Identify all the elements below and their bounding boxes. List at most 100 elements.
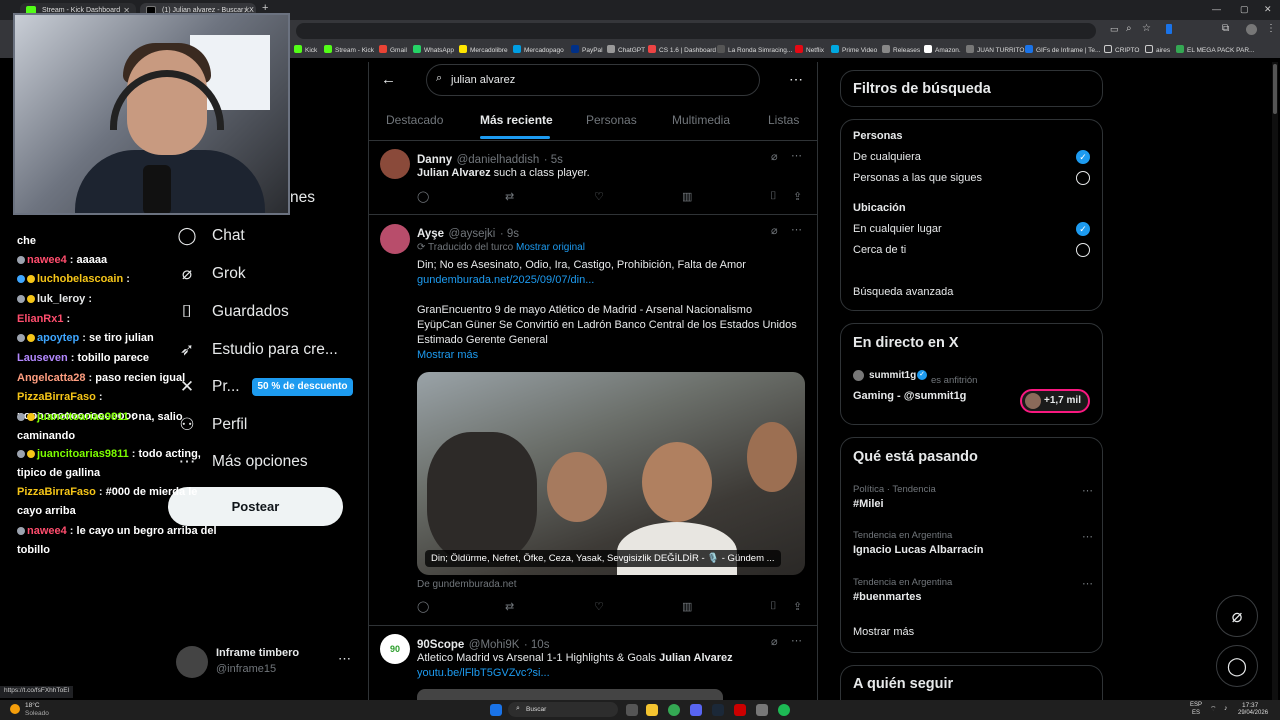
- file-explorer-icon[interactable]: [646, 704, 658, 716]
- share-icon[interactable]: ⇪: [793, 190, 802, 203]
- zoom-icon[interactable]: ⌕: [1126, 23, 1132, 34]
- filter-anyone-label[interactable]: De cualquiera: [853, 151, 921, 163]
- bookmark[interactable]: Stream - Kick: [324, 45, 374, 54]
- trend-item[interactable]: Tendencia en Argentina #buenmartes ⋯: [853, 577, 1093, 603]
- filter-following-radio[interactable]: [1076, 171, 1090, 185]
- tab-latest[interactable]: Más reciente: [480, 113, 553, 127]
- bookmark[interactable]: Releases: [882, 45, 920, 54]
- bookmark[interactable]: Kick: [294, 45, 317, 54]
- bookmark[interactable]: EL MEGA PACK PAR...: [1176, 45, 1254, 54]
- task-view-icon[interactable]: [626, 704, 638, 716]
- wifi-icon[interactable]: ⌔: [1210, 705, 1217, 714]
- weather-temp[interactable]: 18°C: [25, 702, 40, 709]
- more-icon[interactable]: ⋯: [791, 149, 802, 162]
- grok-fab-button[interactable]: ⌀: [1216, 595, 1258, 637]
- tweet-link[interactable]: youtu.be/lFlbT5GVZvc?si...: [417, 666, 797, 681]
- volume-icon[interactable]: ♪: [1224, 705, 1228, 712]
- discord-icon[interactable]: [690, 704, 702, 716]
- close-window-icon[interactable]: ✕: [1264, 4, 1272, 15]
- browser-menu-icon[interactable]: ⋮: [1266, 23, 1276, 34]
- scrollbar-thumb[interactable]: [1273, 64, 1277, 114]
- more-icon[interactable]: ⋯: [791, 634, 802, 647]
- views-icon[interactable]: ▥: [682, 600, 692, 613]
- minimize-icon[interactable]: —: [1212, 4, 1221, 14]
- filter-anyone-radio[interactable]: ✓: [1076, 150, 1090, 164]
- bookmark[interactable]: Prime Video: [831, 45, 877, 54]
- bookmark[interactable]: CS 1.6 | Dashboard: [648, 45, 716, 54]
- reply-icon[interactable]: ◯: [417, 600, 429, 613]
- tweet-link-card-image[interactable]: Din; Öldürme, Nefret, Öfke, Ceza, Yasak,…: [417, 372, 805, 575]
- trend-item[interactable]: Política · Tendencia #Milei ⋯: [853, 484, 1093, 510]
- language-indicator[interactable]: ESP: [1190, 702, 1202, 708]
- extension-icon[interactable]: [1166, 24, 1172, 34]
- bookmark[interactable]: PayPal: [571, 45, 603, 54]
- bookmark[interactable]: JUAN TURRITO: [966, 45, 1024, 54]
- clock-time[interactable]: 17:37: [1242, 702, 1258, 709]
- more-icon[interactable]: ⋯: [789, 71, 803, 88]
- advanced-search-link[interactable]: Búsqueda avanzada: [853, 286, 953, 298]
- more-icon[interactable]: ⋯: [791, 223, 802, 236]
- show-more-trends-link[interactable]: Mostrar más: [853, 626, 914, 638]
- profile-avatar-icon[interactable]: [1246, 24, 1257, 35]
- app-icon[interactable]: [756, 704, 768, 716]
- bookmark-folder[interactable]: aires: [1145, 45, 1170, 54]
- premium-discount-badge[interactable]: 50 % de descuento: [252, 378, 353, 396]
- listeners-pill[interactable]: +1,7 mil: [1020, 389, 1090, 413]
- like-icon[interactable]: ♡: [594, 190, 604, 203]
- bookmark[interactable]: Gmail: [379, 45, 407, 54]
- live-host[interactable]: summit1g: [869, 370, 916, 381]
- bookmark[interactable]: La Ronda Simracing...: [717, 45, 792, 54]
- address-bar[interactable]: [296, 23, 1096, 39]
- back-arrow-icon[interactable]: ←: [381, 71, 396, 88]
- maximize-icon[interactable]: ▢: [1240, 4, 1249, 15]
- filter-anywhere-label[interactable]: En cualquier lugar: [853, 223, 942, 235]
- bookmark[interactable]: Mercadolibre: [459, 45, 508, 54]
- reply-icon[interactable]: ◯: [417, 190, 429, 203]
- steam-icon[interactable]: [712, 704, 724, 716]
- bookmark-folder[interactable]: CRIPTO: [1104, 45, 1139, 54]
- scrollbar[interactable]: [1272, 62, 1278, 700]
- show-more-link[interactable]: Mostrar más: [417, 348, 797, 363]
- filter-following-label[interactable]: Personas a las que sigues: [853, 172, 982, 184]
- search-input[interactable]: ⌕ julian alvarez: [426, 64, 760, 96]
- chrome-icon[interactable]: [668, 704, 680, 716]
- more-icon[interactable]: ⋯: [338, 651, 351, 667]
- more-icon[interactable]: ⋯: [1082, 577, 1093, 590]
- grok-icon[interactable]: ⌀: [771, 224, 778, 237]
- tab-featured[interactable]: Destacado: [386, 113, 443, 127]
- more-icon[interactable]: ⋯: [1082, 484, 1093, 497]
- cast-icon[interactable]: ▭: [1110, 24, 1119, 35]
- taskbar-search[interactable]: ⌕ Buscar: [508, 702, 618, 717]
- bookmark[interactable]: ChatGPT: [607, 45, 645, 54]
- tweet-card-preview[interactable]: [417, 689, 723, 700]
- star-icon[interactable]: ☆: [1142, 23, 1151, 34]
- bookmark-icon[interactable]: ⌷: [770, 600, 777, 613]
- filter-near-radio[interactable]: [1076, 243, 1090, 257]
- live-space-title[interactable]: Gaming - @summit1g: [853, 390, 966, 402]
- views-icon[interactable]: ▥: [682, 190, 692, 203]
- share-icon[interactable]: ⇪: [793, 600, 802, 613]
- tweet[interactable]: Ayşe @aysejki · 9s ⌀ ⋯ ⟳ Traducido del t…: [369, 215, 817, 626]
- account-switcher[interactable]: Inframe timbero @inframe15 ⋯: [176, 645, 366, 681]
- tweet[interactable]: Danny @danielhaddish · 5s ⌀ ⋯ Julian Alv…: [369, 141, 817, 215]
- messages-fab-button[interactable]: ◯: [1216, 645, 1258, 687]
- bookmark[interactable]: Mercadopago: [513, 45, 564, 54]
- bookmark[interactable]: Netflix: [795, 45, 824, 54]
- bookmark[interactable]: Amazon.: [924, 45, 961, 54]
- tweet-link[interactable]: gundemburada.net/2025/09/07/din...: [417, 273, 797, 288]
- start-icon[interactable]: [490, 704, 502, 716]
- show-original-link[interactable]: Mostrar original: [516, 242, 585, 253]
- grok-icon[interactable]: ⌀: [771, 150, 778, 163]
- bookmark[interactable]: WhatsApp: [413, 45, 454, 54]
- trend-item[interactable]: Tendencia en Argentina Ignacio Lucas Alb…: [853, 530, 1093, 556]
- bookmark-icon[interactable]: ⌷: [770, 190, 777, 203]
- like-icon[interactable]: ♡: [594, 600, 604, 613]
- spotify-icon[interactable]: [778, 704, 790, 716]
- retweet-icon[interactable]: ⇄: [505, 190, 514, 203]
- retweet-icon[interactable]: ⇄: [505, 600, 514, 613]
- grok-icon[interactable]: ⌀: [771, 635, 778, 648]
- tab-people[interactable]: Personas: [586, 113, 637, 127]
- filter-near-label[interactable]: Cerca de ti: [853, 244, 906, 256]
- bookmark[interactable]: GIFs de Inframe | Te...: [1025, 45, 1100, 54]
- more-icon[interactable]: ⋯: [1082, 530, 1093, 543]
